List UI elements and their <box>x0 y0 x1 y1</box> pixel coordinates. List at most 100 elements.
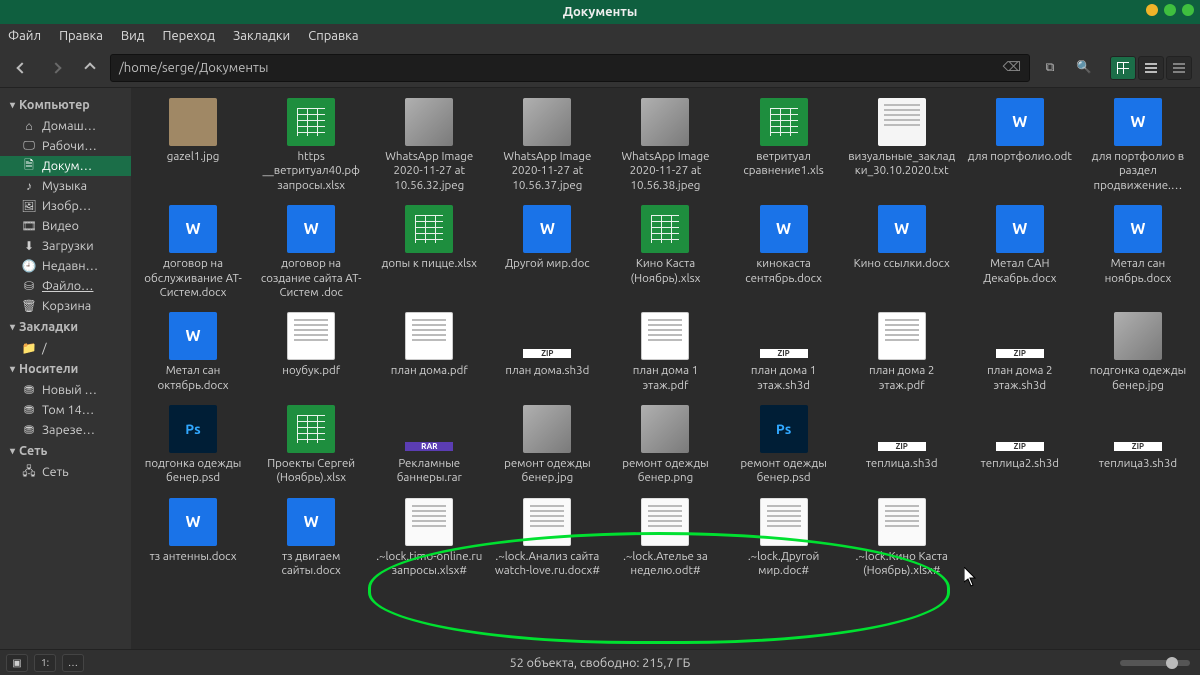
file-item[interactable]: договор на обслуживание АТ-Систем.docx <box>135 201 251 304</box>
file-item[interactable]: Метал САН Декабрь.docx <box>962 201 1078 304</box>
file-item[interactable]: кинокаста сентябрь.docx <box>726 201 842 304</box>
sidebar-item[interactable]: 🖧Сеть <box>0 462 131 482</box>
file-item[interactable]: Проекты Сергей (Ноябрь).xlsx <box>253 401 369 490</box>
file-item[interactable]: Другой мир.doc <box>489 201 605 304</box>
file-icon: ZIP <box>996 312 1044 360</box>
sidebar-item[interactable]: ⛃Зарезе… <box>0 420 131 440</box>
file-item[interactable]: для портфолио.odt <box>962 94 1078 197</box>
sidebar-item[interactable]: ♪Музыка <box>0 176 131 196</box>
file-name: подгонка одежды бенер.psd <box>138 457 248 486</box>
menu-help[interactable]: Справка <box>308 29 358 43</box>
zoom-slider[interactable] <box>1120 660 1190 666</box>
sidebar-item[interactable]: 🖵Рабочи… <box>0 136 131 156</box>
menu-go[interactable]: Переход <box>162 29 215 43</box>
file-icon <box>523 205 571 253</box>
sidebar-section-header[interactable]: Компьютер <box>0 94 131 116</box>
file-item[interactable]: ZIPплан дома 1 этаж.sh3d <box>726 308 842 397</box>
sidebar-item[interactable]: 📁/ <box>0 338 131 358</box>
sidebar-item[interactable]: ⛃Новый … <box>0 380 131 400</box>
minimize-button[interactable] <box>1146 4 1158 16</box>
sidebar-item[interactable]: 🕘Недавн… <box>0 256 131 276</box>
file-item[interactable]: тз двигаем сайты.docx <box>253 494 369 583</box>
list-view-button[interactable] <box>1138 56 1164 80</box>
back-button[interactable] <box>8 54 36 82</box>
menu-edit[interactable]: Правка <box>59 29 103 43</box>
search-button[interactable]: 🔍 <box>1070 54 1098 82</box>
file-item[interactable]: ноубук.pdf <box>253 308 369 397</box>
file-icon <box>169 205 217 253</box>
file-item[interactable]: ремонт одежды бенер.jpg <box>489 401 605 490</box>
file-item[interactable]: Кино ссылки.docx <box>844 201 960 304</box>
compact-view-button[interactable] <box>1166 56 1192 80</box>
file-item[interactable]: ветритуал сравнение1.xls <box>726 94 842 197</box>
file-item[interactable]: план дома.pdf <box>371 308 487 397</box>
file-item[interactable]: подгонка одежды бенер.psd <box>135 401 251 490</box>
file-item[interactable]: WhatsApp Image 2020-11-27 at 10.56.38.jp… <box>607 94 723 197</box>
file-icon <box>169 405 217 453</box>
sidebar-item[interactable]: 🖼Изобр… <box>0 196 131 216</box>
up-button[interactable] <box>76 54 104 82</box>
file-item[interactable]: .~lock.timo-online.ru запросы.xlsx# <box>371 494 487 583</box>
sidebar-item[interactable]: ⬇Загрузки <box>0 236 131 256</box>
clear-path-icon[interactable]: ⌫ <box>1003 60 1021 75</box>
terminal-button[interactable]: ▣ <box>6 654 28 672</box>
sidebar-section-header[interactable]: Сеть <box>0 440 131 462</box>
file-item[interactable]: gazel1.jpg <box>135 94 251 197</box>
file-item[interactable]: .~lock.Другой мир.doc# <box>726 494 842 583</box>
sidebar-item-label: / <box>42 341 47 355</box>
status-btn-1[interactable]: 1: <box>34 654 56 672</box>
close-button[interactable] <box>1182 4 1194 16</box>
file-item[interactable]: ZIPтеплица3.sh3d <box>1080 401 1196 490</box>
file-icon <box>641 98 689 146</box>
file-item[interactable]: договор на создание сайта АТ-Систем .doc <box>253 201 369 304</box>
file-item[interactable]: https __ветритуал40.рф запросы.xlsx <box>253 94 369 197</box>
menu-file[interactable]: Файл <box>8 29 41 43</box>
sidebar-item[interactable]: 🗑Корзина <box>0 296 131 316</box>
file-item[interactable]: WhatsApp Image 2020-11-27 at 10.56.32.jp… <box>371 94 487 197</box>
file-item[interactable]: ZIPтеплица2.sh3d <box>962 401 1078 490</box>
sidebar-item-label: Рабочи… <box>42 139 97 153</box>
sidebar-section-header[interactable]: Закладки <box>0 316 131 338</box>
file-item[interactable]: ZIPплан дома 2 этаж.sh3d <box>962 308 1078 397</box>
sidebar-item[interactable]: 🗎Докум… <box>0 156 131 176</box>
file-item[interactable]: WhatsApp Image 2020-11-27 at 10.56.37.jp… <box>489 94 605 197</box>
file-item[interactable]: ZIPтеплица.sh3d <box>844 401 960 490</box>
file-item[interactable]: .~lock.Кино Каста (Ноябрь).xlsx# <box>844 494 960 583</box>
file-icon <box>287 98 335 146</box>
sidebar-section-header[interactable]: Носители <box>0 358 131 380</box>
menu-view[interactable]: Вид <box>121 29 145 43</box>
file-item[interactable]: ремонт одежды бенер.psd <box>726 401 842 490</box>
menu-bookmarks[interactable]: Закладки <box>233 29 290 43</box>
toolbar: /home/serge/Документы ⌫ ⧉ 🔍 <box>0 48 1200 88</box>
file-item[interactable]: Метал сан октябрь.docx <box>135 308 251 397</box>
file-icon: ZIP <box>878 405 926 453</box>
file-item[interactable]: ремонт одежды бенер.png <box>607 401 723 490</box>
file-item[interactable]: Метал сан ноябрь.docx <box>1080 201 1196 304</box>
file-view[interactable]: gazel1.jpghttps __ветритуал40.рф запросы… <box>131 88 1200 649</box>
icon-view-button[interactable] <box>1110 56 1136 80</box>
file-item[interactable]: RARРекламные баннеры.rar <box>371 401 487 490</box>
file-item[interactable]: план дома 2 этаж.pdf <box>844 308 960 397</box>
sidebar-item[interactable]: 🎞Видео <box>0 216 131 236</box>
sidebar-item[interactable]: ⛃Том 14… <box>0 400 131 420</box>
file-item[interactable]: для портфолио в раздел продвижение.… <box>1080 94 1196 197</box>
sidebar-item[interactable]: ⛁Файло… <box>0 276 131 296</box>
path-input[interactable]: /home/serge/Документы ⌫ <box>110 54 1030 82</box>
maximize-button[interactable] <box>1164 4 1176 16</box>
status-btn-2[interactable]: … <box>62 654 84 672</box>
file-item[interactable]: план дома 1 этаж.pdf <box>607 308 723 397</box>
sidebar-item-label: Сеть <box>42 465 69 479</box>
new-tab-button[interactable]: ⧉ <box>1036 54 1064 82</box>
sidebar-item-label: Изобр… <box>42 199 91 213</box>
file-item[interactable]: допы к пицце.xlsx <box>371 201 487 304</box>
file-item[interactable]: подгонка одежды бенер.jpg <box>1080 308 1196 397</box>
file-item[interactable]: Кино Каста (Ноябрь).xlsx <box>607 201 723 304</box>
file-item[interactable]: .~lock.Анализ сайта watch-love.ru.docx# <box>489 494 605 583</box>
file-icon <box>996 205 1044 253</box>
file-item[interactable]: тз антенны.docx <box>135 494 251 583</box>
file-item[interactable]: визуальные_закладки_30.10.2020.txt <box>844 94 960 197</box>
file-item[interactable]: ZIPплан дома.sh3d <box>489 308 605 397</box>
forward-button[interactable] <box>42 54 70 82</box>
sidebar-item[interactable]: ⌂Домаш… <box>0 116 131 136</box>
file-item[interactable]: .~lock.Ателье за неделю.odt# <box>607 494 723 583</box>
